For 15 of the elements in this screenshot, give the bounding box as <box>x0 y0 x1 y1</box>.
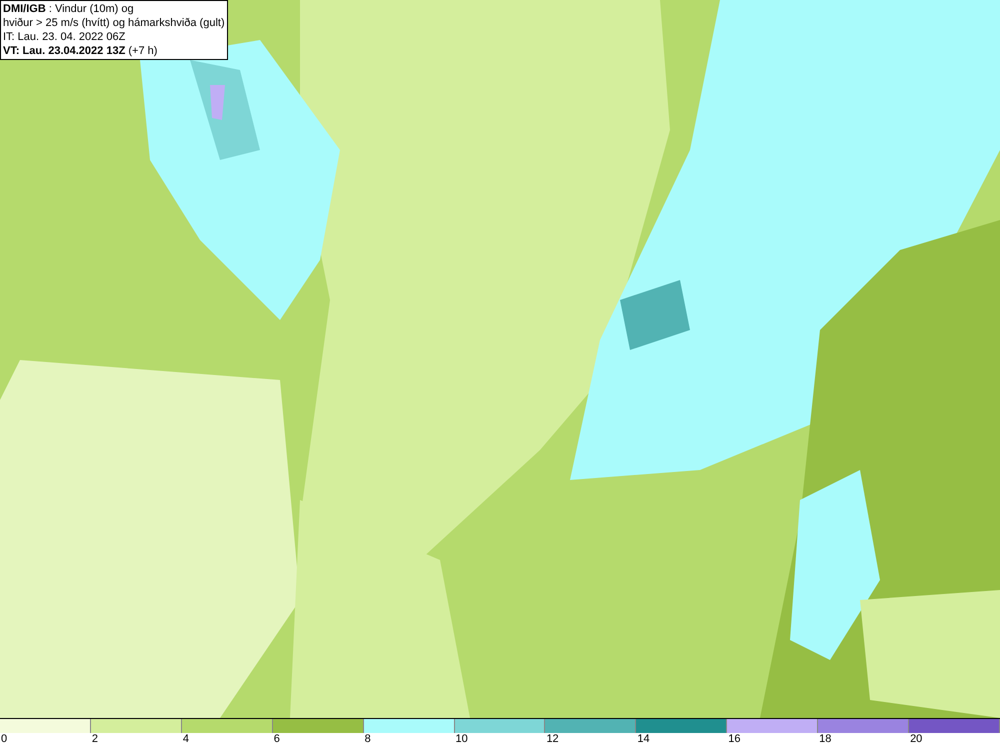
map-title-text: VT: Lau. 23.04.2022 13Z (+7 h) <box>3 44 158 58</box>
legend-label: 16 <box>727 733 740 746</box>
legend-label: 12 <box>545 733 559 746</box>
legend-label: 6 <box>272 733 280 746</box>
legend-label: 14 <box>636 733 650 746</box>
legend-label: 0 <box>0 733 8 746</box>
legend-label: 20 <box>909 733 922 746</box>
map-title-text: hviður > 25 m/s (hvítt) og hámarkshviða (gult) <box>3 16 225 30</box>
legend-label: 2 <box>90 733 98 746</box>
legend-label: 4 <box>182 733 189 746</box>
legend-label: 18 <box>818 733 832 746</box>
legend-label: 8 <box>364 733 371 746</box>
legend-label: 10 <box>454 733 468 746</box>
map-title-text: DMI/IGB : Vindur (10m) og <box>3 2 135 16</box>
map-title-text: IT: Lau. 23. 04. 2022 06Z <box>3 30 126 44</box>
